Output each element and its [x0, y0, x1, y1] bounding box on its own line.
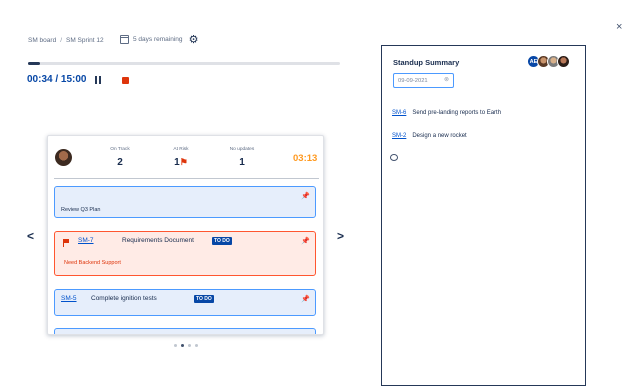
task-summary: Complete ignition tests [91, 295, 157, 302]
stat-label: On Track [110, 147, 130, 152]
stat-label: No updates [229, 147, 255, 152]
status-badge: TO DO [212, 237, 232, 245]
sprint-remaining: 5 days remaining [120, 35, 183, 44]
stat-value: 1⚑ [161, 157, 201, 168]
carousel-dot[interactable] [174, 344, 177, 347]
task-card[interactable] [54, 328, 316, 334]
issue-key-link[interactable]: SM-2 [392, 133, 406, 139]
flag-icon: ⚑ [179, 157, 188, 167]
list-item: SM-6 Send pre-landing reports to Earth [392, 110, 501, 116]
task-note: Need Backend Support [64, 260, 121, 266]
avatar-group: AE [527, 55, 570, 68]
standup-panel: Standup Summary AE ⊗ SM-6 Send pre-landi… [381, 45, 586, 386]
task-card-flagged[interactable]: SM-7 Requirements Document TO DO 📌 Need … [54, 231, 316, 276]
breadcrumb-separator: / [60, 37, 62, 44]
carousel-dot[interactable] [188, 344, 191, 347]
clear-icon[interactable]: ⊗ [444, 76, 449, 83]
carousel-dot[interactable] [181, 344, 184, 347]
pin-icon[interactable]: 📌 [301, 295, 310, 303]
task-card[interactable]: 📌 Review Q3 Plan [54, 186, 316, 218]
stat-label: At Risk [173, 147, 189, 152]
panel-title: Standup Summary [393, 58, 460, 67]
gear-icon[interactable]: ⚙ [188, 35, 199, 46]
pause-icon-bar [95, 76, 97, 84]
pause-icon-bar [99, 76, 101, 84]
breadcrumb: SM board / SM Sprint 12 [28, 37, 104, 44]
task-key-link[interactable]: SM-5 [61, 295, 77, 302]
stop-button[interactable] [122, 77, 129, 84]
calendar-icon [120, 35, 129, 44]
issue-summary: Send pre-landing reports to Earth [412, 110, 502, 116]
status-badge: TO DO [194, 295, 214, 303]
issue-summary: Design a new rocket [412, 133, 467, 139]
task-key-link[interactable]: SM-7 [78, 237, 94, 244]
carousel-dot[interactable] [195, 344, 198, 347]
avatar[interactable] [557, 55, 570, 68]
stat-at-risk: At Risk 1⚑ [161, 147, 201, 168]
member-card: On Track 2 At Risk 1⚑ No updates 1 03:13… [47, 135, 324, 335]
stat-value: 2 [117, 157, 123, 168]
pin-icon[interactable]: 📌 [301, 237, 310, 245]
flag-icon [63, 239, 69, 247]
stat-value: 1 [239, 157, 245, 168]
carousel-dots [174, 344, 198, 347]
task-title: Review Q3 Plan [61, 207, 101, 213]
carousel-prev-button[interactable]: < [27, 229, 34, 243]
issue-key-link[interactable]: SM-6 [392, 110, 406, 116]
pin-icon[interactable]: 📌 [301, 192, 310, 200]
avatar [55, 149, 72, 166]
remaining-text: 5 days remaining [133, 36, 183, 43]
breadcrumb-sprint[interactable]: SM Sprint 12 [66, 37, 104, 44]
stat-on-track: On Track 2 [100, 147, 140, 168]
pause-button[interactable] [93, 75, 103, 85]
progress-fill [28, 62, 41, 65]
breadcrumb-board[interactable]: SM board [28, 37, 56, 44]
task-summary: Requirements Document [122, 237, 194, 244]
progress-bar [28, 62, 340, 65]
task-card[interactable]: SM-5 Complete ignition tests TO DO 📌 [54, 289, 316, 316]
list-item: SM-2 Design a new rocket [392, 133, 467, 139]
divider [54, 178, 319, 179]
meeting-timer: 00:34 / 15:00 [27, 74, 87, 85]
comment-icon[interactable] [390, 154, 398, 161]
carousel-next-button[interactable]: > [337, 229, 344, 243]
close-icon[interactable]: × [616, 21, 622, 33]
stat-no-updates: No updates 1 [222, 147, 262, 168]
member-timer: 03:13 [293, 153, 318, 164]
